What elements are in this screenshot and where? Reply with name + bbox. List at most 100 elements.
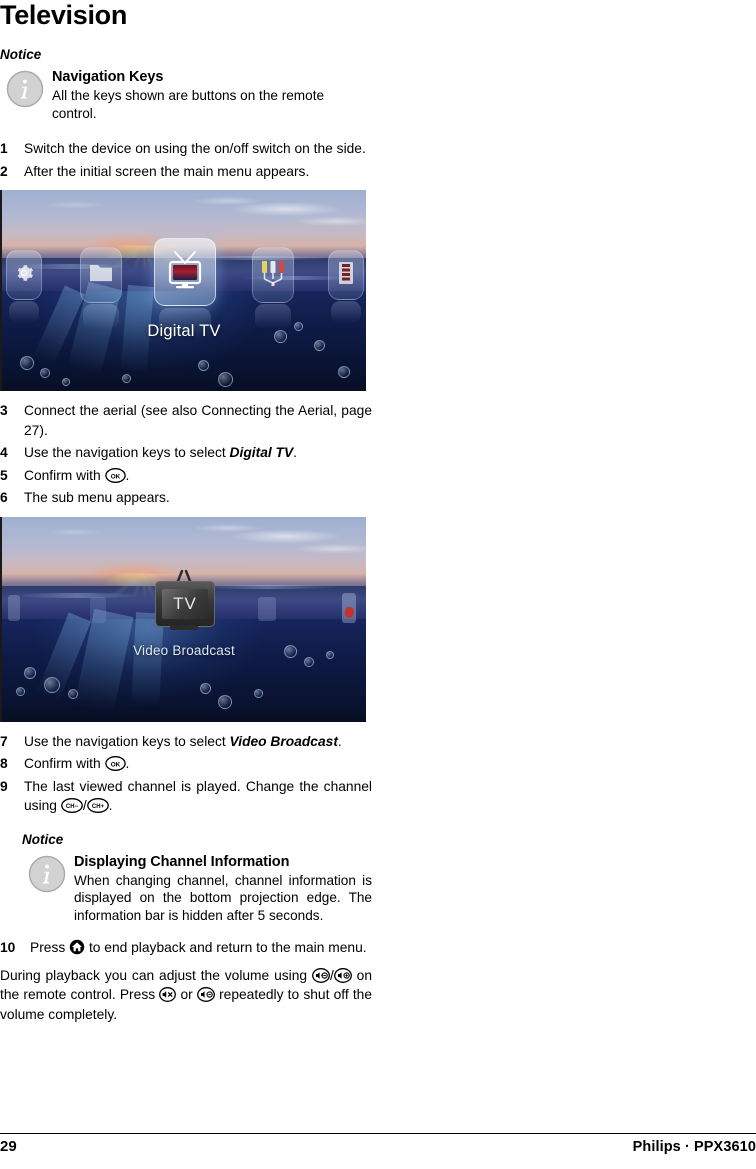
step-text: The sub menu appears. <box>24 490 170 505</box>
underwater-background <box>2 619 366 722</box>
film-strip-icon <box>336 260 356 291</box>
step-number: 8 <box>0 756 8 771</box>
home-key-icon <box>69 939 85 955</box>
step-number: 10 <box>0 940 16 955</box>
step-item: 10 Press to end playback and return to th… <box>0 938 372 958</box>
step-item: 2 After the initial screen the main menu … <box>0 162 372 182</box>
step-number: 9 <box>0 778 8 794</box>
step-text-tail: . <box>293 445 298 460</box>
step-number: 3 <box>0 403 8 418</box>
main-menu-screenshot: Digital TV <box>0 190 366 391</box>
step-text-tail: . <box>337 733 342 749</box>
rca-connector-icon <box>259 258 287 293</box>
step-text: Use the navigation keys to select <box>24 445 230 460</box>
notice-body-top: Navigation Keys All the keys shown are b… <box>44 68 372 122</box>
step-item: 8 Confirm with OK. <box>0 754 372 774</box>
step-item: 9 The last viewed channel is played. Chan… <box>0 777 372 816</box>
content-column: Television Notice Navigation Keys All th… <box>0 0 372 1024</box>
bubble <box>274 330 287 343</box>
closing-text-a: During playback you can adjust the volum… <box>0 967 312 983</box>
volume-down-key-icon <box>311 967 330 983</box>
tv-screen-label: TV <box>162 588 208 619</box>
notice-label-bottom: Notice <box>22 831 64 847</box>
gear-icon <box>14 263 34 288</box>
step-item: 5 Confirm with OK. <box>0 466 372 486</box>
sub-menu-screenshot: TV Video Broadcast <box>0 516 366 722</box>
step-item: 1 Switch the device on using the on/off s… <box>0 139 372 159</box>
bubble <box>20 356 34 370</box>
tv-stand <box>170 624 198 630</box>
step-number: 7 <box>0 733 8 749</box>
side-tile-faint[interactable] <box>90 596 106 623</box>
step-number: 4 <box>0 445 8 460</box>
notice-title-top: Navigation Keys <box>52 69 164 85</box>
notice-text-top: All the keys shown are buttons on the re… <box>52 88 325 121</box>
step-text-tail: to end playback and return to the main m… <box>85 940 367 955</box>
steps-list-3: 7 Use the navigation keys to select Video… <box>0 732 372 816</box>
info-icon <box>28 855 66 893</box>
step-text: After the initial screen the main menu a… <box>24 163 310 179</box>
bubble <box>338 366 350 378</box>
notice-box-top: Navigation Keys All the keys shown are b… <box>0 68 372 122</box>
notice-body-bottom: Displaying Channel Information When chan… <box>66 853 372 925</box>
page-footer: 29 Philips · PPX3610 <box>0 1132 756 1155</box>
digital-tv-tile[interactable] <box>154 238 216 338</box>
bubble <box>254 688 263 698</box>
menu-selected-label: Digital TV <box>147 322 221 340</box>
svg-text:CH+: CH+ <box>92 804 105 810</box>
video-broadcast-tv-icon[interactable]: TV <box>155 580 215 627</box>
tile-reflection <box>9 300 39 323</box>
ok-key-icon: OK <box>104 756 126 771</box>
side-tile-faint[interactable] <box>8 594 20 621</box>
footer-divider <box>0 1132 756 1134</box>
bubble <box>122 374 131 383</box>
bubble <box>326 650 334 659</box>
step-number: 5 <box>0 467 8 483</box>
tile-reflection <box>331 300 361 323</box>
step-emphasis: Video Broadcast <box>229 733 338 749</box>
side-tile-marker <box>345 606 354 618</box>
step-text: Use the navigation keys to select <box>24 733 230 749</box>
bubble <box>284 644 297 658</box>
av-input-tile[interactable] <box>252 247 294 329</box>
step-emphasis: Digital TV <box>229 445 294 460</box>
step-item: 3 Connect the aerial (see also Connecting… <box>0 401 372 440</box>
footer-brand: Philips · PPX3610 <box>632 1139 756 1155</box>
volume-up-key-icon <box>333 967 352 983</box>
step-text-tail: . <box>108 798 113 813</box>
notice-box-bottom: Displaying Channel Information When chan… <box>0 853 372 925</box>
step-text-tail: . <box>125 467 130 483</box>
bubble <box>24 666 36 679</box>
bubble <box>40 368 50 378</box>
steps-list-1: 1 Switch the device on using the on/off s… <box>0 139 372 181</box>
svg-text:CH−: CH− <box>66 804 79 810</box>
step-text-tail: . <box>125 756 130 771</box>
notice-text-bottom: When changing channel, channel informati… <box>74 872 372 923</box>
bubble <box>16 686 25 696</box>
step-text: Press <box>30 940 70 955</box>
step-number: 2 <box>0 163 8 179</box>
svg-text:OK: OK <box>110 473 120 480</box>
step-item: 7 Use the navigation keys to select Video… <box>0 732 372 752</box>
notice-title-bottom: Displaying Channel Information <box>74 853 290 870</box>
bubble <box>62 378 70 386</box>
bubble <box>218 372 233 387</box>
settings-tile[interactable] <box>6 250 42 323</box>
channel-down-key-icon: CH− <box>60 798 83 813</box>
folder-tile[interactable] <box>80 247 122 329</box>
closing-text-c: or <box>176 987 197 1002</box>
menu-selected-label: Video Broadcast <box>133 642 235 658</box>
step-item: 6 The sub menu appears. <box>0 488 372 508</box>
manual-page: Television Notice Navigation Keys All th… <box>0 0 756 1169</box>
volume-down-key-icon <box>196 987 215 1002</box>
folder-icon <box>88 262 114 289</box>
step-text: Confirm with <box>24 756 105 771</box>
video-tile[interactable] <box>328 250 364 323</box>
step-number: 1 <box>0 141 8 156</box>
step-text: Switch the device on using the on/off sw… <box>24 141 366 156</box>
bubble <box>200 682 211 694</box>
notice-label-top: Notice <box>0 47 42 62</box>
side-tile-faint[interactable] <box>258 596 276 621</box>
step-item: 4 Use the navigation keys to select Digit… <box>0 443 372 463</box>
bubble <box>44 676 60 693</box>
